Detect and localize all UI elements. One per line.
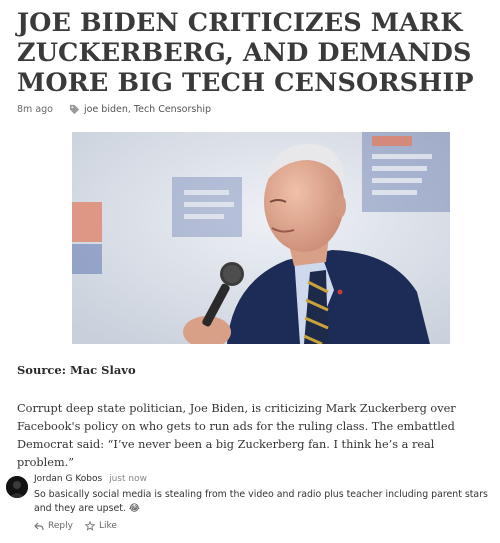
reply-label: Reply xyxy=(48,521,73,531)
article-meta: 8m ago joe biden , Tech Censorship xyxy=(17,102,211,116)
reply-button[interactable]: Reply xyxy=(34,521,73,531)
hero-image xyxy=(72,132,450,344)
tag-icon xyxy=(69,104,80,114)
star-icon xyxy=(84,521,95,531)
comment-actions: Reply Like xyxy=(34,521,129,531)
comment-time: just now xyxy=(109,474,147,484)
comment-header: Jordan G Kobos just now xyxy=(34,474,147,484)
like-label: Like xyxy=(98,521,117,531)
post-time: 8m ago xyxy=(17,103,53,115)
article-body: Corrupt deep state politician, Joe Biden… xyxy=(17,402,456,469)
article-title: JOE BIDEN CRITICIZES MARK ZUCKERBERG, AN… xyxy=(17,8,474,98)
tag-separator: , xyxy=(127,103,131,115)
tag-link-joe-biden[interactable]: joe biden xyxy=(84,104,128,115)
tag-link-tech-censorship[interactable]: Tech Censorship xyxy=(134,104,211,115)
article-source: Source: Mac Slavo xyxy=(17,363,136,377)
like-button[interactable]: Like xyxy=(84,521,117,531)
avatar-image xyxy=(6,476,28,498)
comment-text: So basically social media is stealing fr… xyxy=(34,489,488,514)
comment-author[interactable]: Jordan G Kobos xyxy=(34,474,102,484)
biden-photo xyxy=(72,132,450,344)
reply-icon xyxy=(34,522,44,530)
avatar[interactable] xyxy=(6,476,28,498)
